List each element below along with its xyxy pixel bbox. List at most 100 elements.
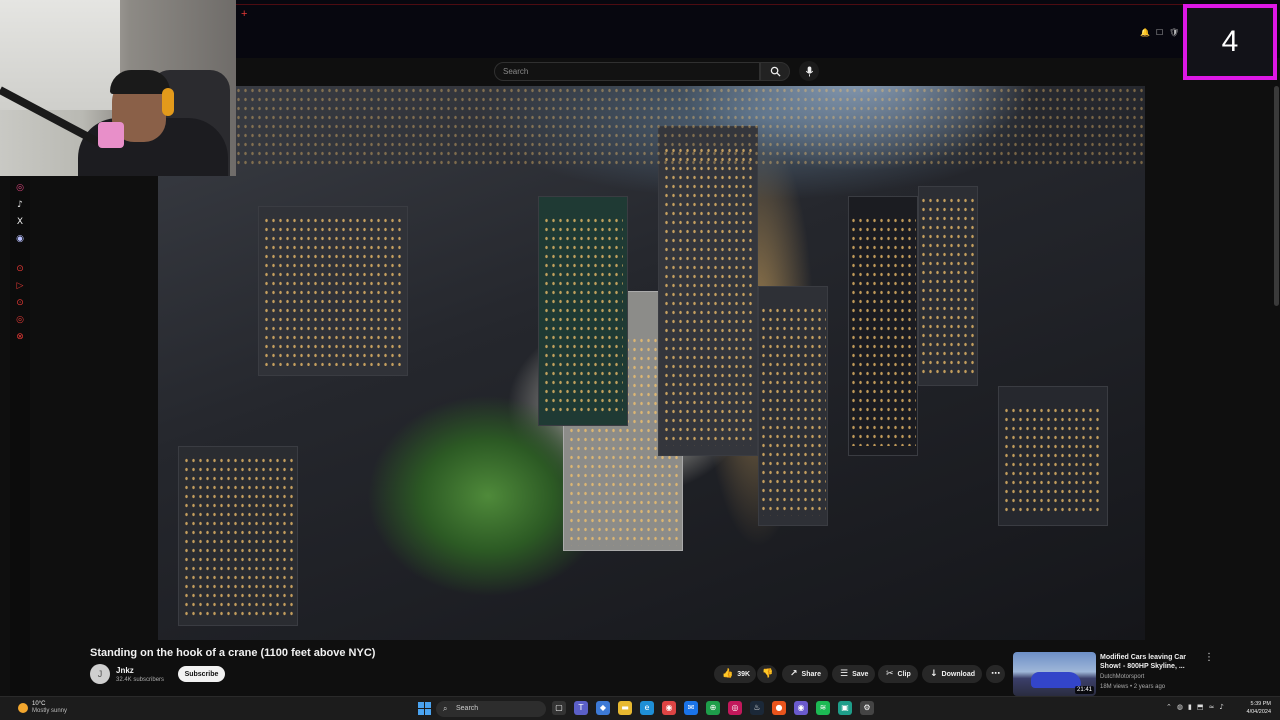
headset: [162, 88, 174, 116]
scissors-icon: ✂: [886, 669, 894, 679]
car-image: [1031, 672, 1081, 688]
app-icon[interactable]: ◎: [728, 701, 742, 715]
tiktok-icon[interactable]: ♪: [15, 199, 25, 211]
video-player[interactable]: [158, 86, 1145, 640]
download-icon: ↓: [930, 669, 938, 679]
windows-taskbar: 10°C Mostly sunny ⌕ Search ▢ T ◆ ▬ e ◉ ✉…: [0, 696, 1280, 720]
top-divider: [236, 4, 1186, 5]
window-backdrop: [0, 0, 120, 110]
building-lights: [663, 146, 753, 446]
recommended-channel[interactable]: DutchMotorsport: [1100, 674, 1144, 680]
social-icon[interactable]: ⊙: [15, 263, 25, 275]
like-count: 39K: [737, 670, 751, 678]
channel-avatar[interactable]: J: [90, 664, 110, 684]
tray-icon[interactable]: ◍: [1177, 703, 1183, 711]
social-links-strip: ◎ ♪ X ◉ ⊙ ▷ ⊙ ◎ ⊗: [10, 176, 30, 696]
thumbs-up-icon: 👍: [722, 669, 734, 679]
like-button[interactable]: 👍 39K: [714, 665, 756, 683]
notifications-icon[interactable]: 🔔: [1140, 28, 1150, 37]
subscriber-count: 32.4K subscribers: [116, 677, 165, 683]
screen: + 🔔 ☐ 🛡 4 Search ◎ ♪ X ◉ ⊙ ▷ ⊙ ◎ ⊗ Stand…: [0, 0, 1280, 720]
recommended-video-meta: 18M views • 2 years ago: [1100, 684, 1166, 690]
voice-search-button[interactable]: [799, 61, 819, 81]
sun-icon: [18, 703, 28, 713]
recommended-video-title[interactable]: Modified Cars leaving Car Show! - 800HP …: [1100, 653, 1200, 671]
thumbs-down-icon: 👎: [762, 669, 774, 679]
volume-icon[interactable]: ♪: [1219, 703, 1223, 711]
x-icon[interactable]: X: [15, 216, 25, 228]
firefox-icon[interactable]: ●: [772, 701, 786, 715]
system-clock[interactable]: 5:39 PM 4/04/2024: [1243, 700, 1271, 716]
play-icon[interactable]: ▷: [15, 280, 25, 292]
social-icon[interactable]: ⊗: [15, 331, 25, 343]
clip-button[interactable]: ✂ Clip: [878, 665, 918, 683]
wifi-icon[interactable]: ≈: [1208, 703, 1214, 711]
save-label: Save: [852, 670, 869, 678]
clock-date: 4/04/2024: [1246, 709, 1271, 715]
weather-widget[interactable]: 10°C Mostly sunny: [18, 701, 67, 715]
teams-icon[interactable]: T: [574, 701, 588, 715]
microphone: [98, 122, 124, 148]
building-lights: [183, 456, 293, 616]
subscribe-button[interactable]: Subscribe: [178, 666, 225, 682]
add-icon[interactable]: +: [241, 8, 247, 20]
download-button[interactable]: ↓ Download: [922, 665, 982, 683]
instagram-icon[interactable]: ◎: [15, 182, 25, 194]
building-lights: [263, 216, 403, 366]
chrome-icon[interactable]: ◉: [662, 701, 676, 715]
building-lights: [543, 216, 623, 416]
chevron-up-icon[interactable]: ⌃: [1166, 703, 1172, 711]
task-view-icon[interactable]: ▢: [552, 701, 566, 715]
counter-overlay: 4: [1183, 4, 1277, 80]
taskbar-search[interactable]: ⌕ Search: [436, 701, 546, 717]
right-sidebar: [1145, 86, 1280, 640]
shield-icon[interactable]: 🛡: [1169, 28, 1179, 37]
scrollbar[interactable]: [1274, 86, 1279, 306]
steam-icon[interactable]: ♨: [750, 701, 764, 715]
window-icon[interactable]: ☐: [1156, 28, 1163, 37]
video-title: Standing on the hook of a crane (1100 fe…: [90, 647, 376, 659]
search-icon: ⌕: [443, 704, 448, 713]
app-icon[interactable]: ▣: [838, 701, 852, 715]
edge-icon[interactable]: e: [640, 701, 654, 715]
social-icon[interactable]: ◎: [15, 314, 25, 326]
discord-icon[interactable]: ◉: [794, 701, 808, 715]
app-icon[interactable]: ⊕: [706, 701, 720, 715]
share-label: Share: [801, 670, 822, 678]
discord-icon[interactable]: ◉: [15, 233, 25, 245]
dislike-button[interactable]: 👎: [757, 665, 777, 683]
building-lights: [1003, 406, 1103, 516]
webcam-overlay: [0, 0, 236, 176]
building-lights: [850, 216, 916, 446]
taskbar-search-label: Search: [456, 705, 479, 712]
download-label: Download: [941, 670, 975, 678]
save-button[interactable]: ☰ Save: [832, 665, 875, 683]
spotify-icon[interactable]: ≋: [816, 701, 830, 715]
more-options-icon[interactable]: ⋮: [1204, 652, 1214, 663]
clip-label: Clip: [897, 670, 911, 678]
channel-name[interactable]: Jnkz: [116, 666, 134, 675]
streamer-cap: [110, 70, 170, 94]
more-actions-button[interactable]: ⋯: [986, 665, 1005, 683]
search-input[interactable]: Search: [494, 62, 760, 81]
recommended-video-thumbnail[interactable]: 21:41: [1013, 652, 1096, 696]
share-button[interactable]: ↗ Share: [782, 665, 828, 683]
stream-top-bar: +: [236, 0, 1280, 58]
save-icon: ☰: [840, 669, 849, 679]
skyline-lights: [158, 86, 1145, 166]
counter-value: 4: [1221, 25, 1239, 58]
mail-icon[interactable]: ✉: [684, 701, 698, 715]
more-icon: ⋯: [991, 669, 1000, 679]
share-icon: ↗: [790, 669, 798, 679]
social-icon[interactable]: ⊙: [15, 297, 25, 309]
search-button[interactable]: [760, 62, 790, 81]
windows-start-icon[interactable]: [418, 702, 431, 715]
app-icon[interactable]: ◆: [596, 701, 610, 715]
temperature: 10°C: [32, 701, 46, 707]
top-icons: 🔔 ☐ 🛡: [1140, 28, 1179, 37]
tray-icon[interactable]: ⬒: [1197, 703, 1204, 711]
file-explorer-icon[interactable]: ▬: [618, 701, 632, 715]
building-lights: [760, 306, 826, 516]
settings-icon[interactable]: ⚙: [860, 701, 874, 715]
tray-icon[interactable]: ▮: [1188, 703, 1192, 711]
